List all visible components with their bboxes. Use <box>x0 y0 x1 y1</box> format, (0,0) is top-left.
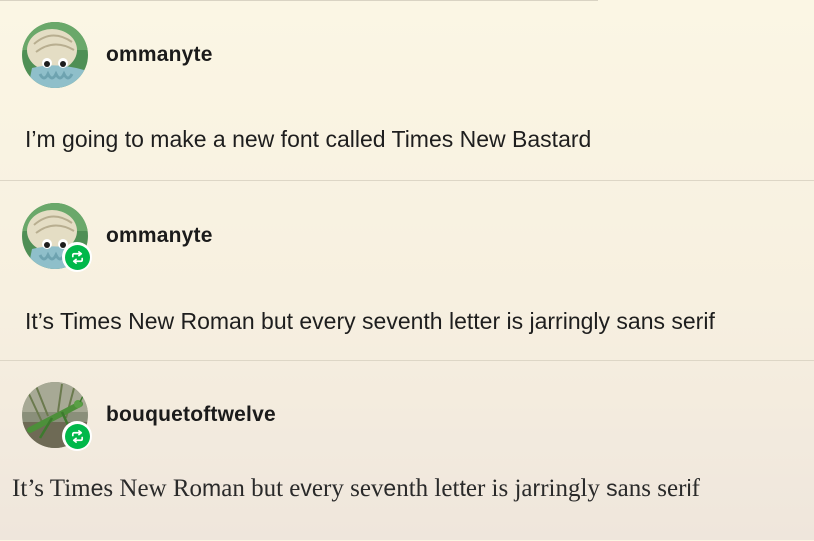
reblog-badge <box>62 421 92 451</box>
post-1-text: I’m going to make a new font called Time… <box>25 126 592 152</box>
post-1-avatar[interactable] <box>22 22 88 88</box>
post-3-text: It’s Times New Roman but every seventh l… <box>12 475 700 502</box>
post-1-username[interactable]: ommanyte <box>106 43 213 67</box>
post-3: bouquetoftwelve It’s Times New Roman but… <box>0 360 814 541</box>
post-3-avatar[interactable] <box>22 382 92 451</box>
reblog-badge <box>62 242 92 272</box>
reblog-icon <box>64 244 90 270</box>
post-2-avatar[interactable] <box>22 203 92 272</box>
post-2-text: It’s Times New Roman but every seventh l… <box>25 308 715 334</box>
post-1: ommanyte I’m going to make a new font ca… <box>0 0 814 180</box>
reblog-icon <box>64 423 90 449</box>
post-2: ommanyte It’s Times New Roman but every … <box>0 180 814 361</box>
post-3-username[interactable]: bouquetoftwelve <box>106 403 276 427</box>
post-2-username[interactable]: ommanyte <box>106 224 213 248</box>
ommanyte-avatar-icon <box>22 22 88 88</box>
